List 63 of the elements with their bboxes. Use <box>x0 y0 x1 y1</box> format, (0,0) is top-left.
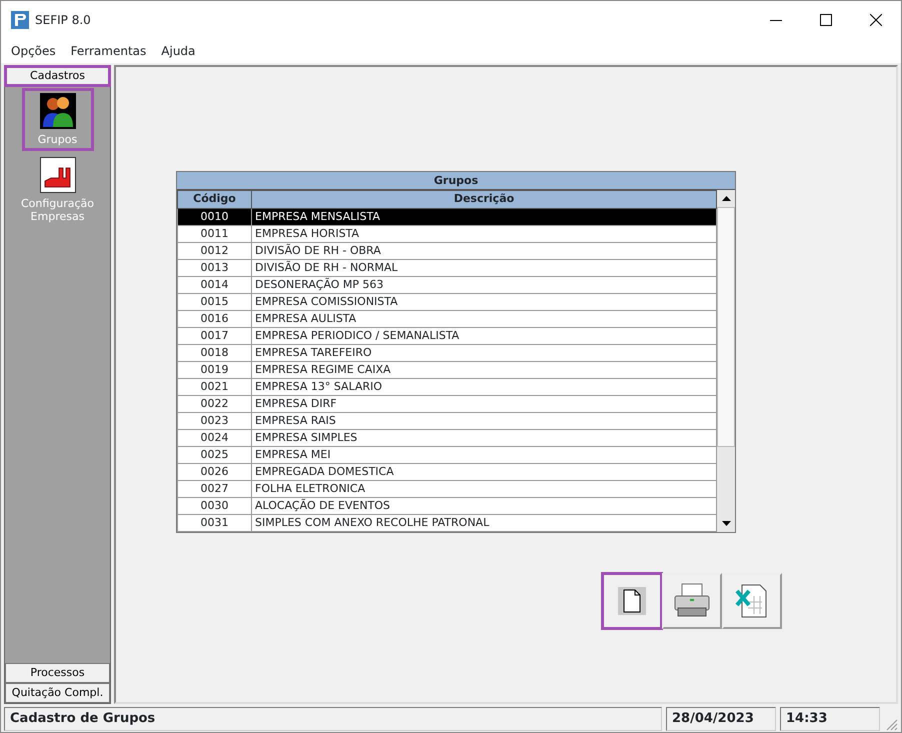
table-cell: EMPRESA MEI <box>252 446 716 463</box>
status-date: 28/04/2023 <box>666 707 776 731</box>
table-cell: 0024 <box>178 429 252 446</box>
spreadsheet-export-button[interactable] <box>722 572 782 628</box>
table-cell: EMPRESA PERIODICO / SEMANALISTA <box>252 327 716 344</box>
table-cell: EMPRESA RAIS <box>252 412 716 429</box>
table-cell: EMPRESA SIMPLES <box>252 429 716 446</box>
table-cell: ALOCAÇÃO DE EVENTOS <box>252 497 716 514</box>
table-cell: 0021 <box>178 378 252 395</box>
app-logo-icon <box>11 11 29 29</box>
table-cell: 0018 <box>178 344 252 361</box>
table-cell: DIVISÃO DE RH - OBRA <box>252 242 716 259</box>
table-cell: 0023 <box>178 412 252 429</box>
table-cell: EMPRESA HORISTA <box>252 225 716 242</box>
table-cell: 0019 <box>178 361 252 378</box>
table-cell: EMPRESA COMISSIONISTA <box>252 293 716 310</box>
status-message: Cadastro de Grupos <box>4 707 662 731</box>
document-icon <box>618 586 646 614</box>
table-cell: SIMPLES COM ANEXO RECOLHE PATRONAL <box>252 514 716 531</box>
table-cell: 0013 <box>178 259 252 276</box>
table-cell: 0026 <box>178 463 252 480</box>
close-icon <box>870 14 882 26</box>
status-time: 14:33 <box>780 707 880 731</box>
window-title: SEFIP 8.0 <box>35 12 91 29</box>
table-cell: 0027 <box>178 480 252 497</box>
column-header[interactable]: Código <box>178 190 252 208</box>
table-cell: 0025 <box>178 446 252 463</box>
table-cell: 0022 <box>178 395 252 412</box>
section-header[interactable]: Quitação Compl. <box>5 683 110 703</box>
table-cell: EMPRESA DIRF <box>252 395 716 412</box>
table-cell: 0017 <box>178 327 252 344</box>
grid-title: Grupos <box>177 172 735 190</box>
printer-icon <box>672 582 712 620</box>
new-document-button[interactable] <box>602 572 662 628</box>
resize-grip-icon <box>884 717 898 731</box>
table-cell: EMPRESA MENSALISTA <box>252 208 716 225</box>
table-cell: DESONERAÇÃO MP 563 <box>252 276 716 293</box>
table-cell: EMPRESA 13° SALARIO <box>252 378 716 395</box>
table-cell: 0014 <box>178 276 252 293</box>
table-cell: EMPREGADA DOMESTICA <box>252 463 716 480</box>
table-cell: 0012 <box>178 242 252 259</box>
table-cell: DIVISÃO DE RH - NORMAL <box>252 259 716 276</box>
menu-item[interactable]: Ajuda <box>161 42 196 60</box>
scrollbar-thumb[interactable] <box>717 207 735 447</box>
table-cell: EMPRESA REGIME CAIXA <box>252 361 716 378</box>
column-header[interactable]: Descrição <box>252 190 716 208</box>
table-cell: 0011 <box>178 225 252 242</box>
factory-icon <box>40 157 76 194</box>
table-cell: EMPRESA AULISTA <box>252 310 716 327</box>
table-cell: 0016 <box>178 310 252 327</box>
table-cell: FOLHA ELETRONICA <box>252 480 716 497</box>
table-cell: 0015 <box>178 293 252 310</box>
maximize-icon <box>820 14 832 26</box>
section-header[interactable]: Processos <box>5 663 110 683</box>
table-cell: 0030 <box>178 497 252 514</box>
table-cell: 0031 <box>178 514 252 531</box>
section-header[interactable]: Cadastros <box>5 66 110 86</box>
print-button[interactable] <box>662 572 722 628</box>
menu-item[interactable]: Opções <box>11 42 56 60</box>
menu-item[interactable]: Ferramentas <box>70 42 146 60</box>
table-cell: EMPRESA TAREFEIRO <box>252 344 716 361</box>
people-icon <box>40 93 76 129</box>
table-cell: 0010 <box>178 208 252 225</box>
